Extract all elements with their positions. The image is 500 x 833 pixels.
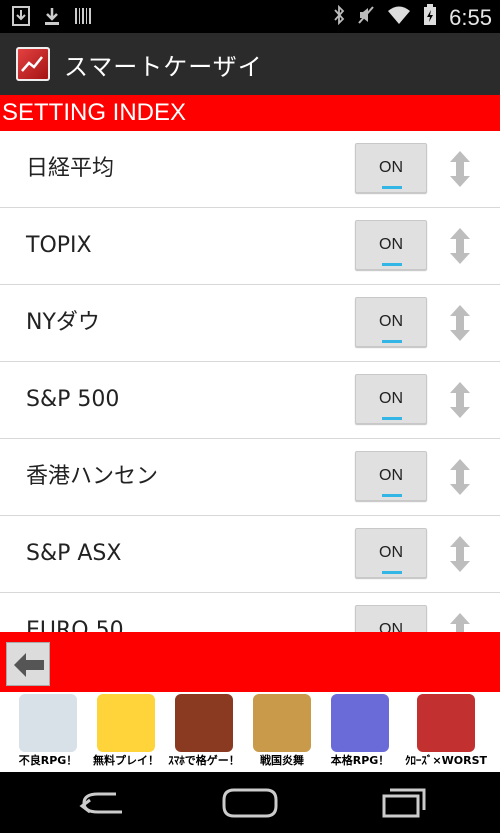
ad-item[interactable]: 本格RPG！ <box>324 692 396 772</box>
battery-icon <box>423 4 437 32</box>
on-toggle-button[interactable]: ON <box>355 605 427 632</box>
navigation-bar <box>0 772 500 833</box>
toggle-label: ON <box>379 313 403 330</box>
wifi-icon <box>387 5 411 31</box>
download-icon <box>44 6 60 32</box>
toggle-indicator <box>382 263 402 266</box>
index-label: NYダウ <box>26 310 100 335</box>
index-row[interactable]: S&P ASX ON <box>0 516 500 593</box>
ad-label: 戦国炎舞 <box>260 754 304 767</box>
reorder-handle-icon[interactable] <box>446 457 474 497</box>
index-label: 香港ハンセン <box>26 464 159 489</box>
nav-back-icon[interactable] <box>74 786 134 820</box>
reorder-handle-icon[interactable] <box>446 380 474 420</box>
ad-item[interactable]: ｸﾛｰｽﾞ×WORST <box>405 692 487 772</box>
toggle-indicator <box>382 340 402 343</box>
on-toggle-button[interactable]: ON <box>355 451 427 501</box>
ad-label: ｸﾛｰｽﾞ×WORST <box>404 754 488 767</box>
index-row[interactable]: EURO 50 ON <box>0 593 500 632</box>
ad-label: 本格RPG！ <box>330 754 390 767</box>
toggle-label: ON <box>379 544 403 561</box>
index-label: 日経平均 <box>26 156 115 181</box>
barcode-icon <box>74 6 92 32</box>
bluetooth-icon <box>333 4 345 31</box>
nav-home-icon[interactable] <box>220 786 280 820</box>
back-button[interactable] <box>6 642 50 686</box>
toggle-indicator <box>382 417 402 420</box>
app-title: スマートケーザイ <box>64 52 263 81</box>
on-toggle-button[interactable]: ON <box>355 143 427 193</box>
status-bar: 6:55 <box>0 0 500 33</box>
ad-thumbnail <box>19 694 77 752</box>
nav-recents-icon[interactable] <box>370 786 430 820</box>
ad-banner[interactable]: 不良RPG！ 無料プレイ！ ｽﾏﾎで格ゲー！ 戦国炎舞 本格RPG！ ｸﾛｰｽﾞ… <box>0 692 500 772</box>
mute-icon <box>357 5 375 31</box>
index-row[interactable]: NYダウ ON <box>0 285 500 362</box>
index-list[interactable]: 日経平均 ON TOPIX ON NYダウ ON S&P 500 ON 香港ハン… <box>0 131 500 632</box>
index-row[interactable]: TOPIX ON <box>0 208 500 285</box>
ad-item[interactable]: ｽﾏﾎで格ゲー！ <box>168 692 240 772</box>
ad-item[interactable]: 不良RPG！ <box>12 692 84 772</box>
ad-label: 不良RPG！ <box>18 754 78 767</box>
ad-thumbnail <box>417 694 475 752</box>
ad-label: 無料プレイ！ <box>93 754 159 767</box>
ad-thumbnail <box>175 694 233 752</box>
toggle-label: ON <box>379 621 403 632</box>
toggle-label: ON <box>379 236 403 253</box>
bottom-toolbar <box>0 632 500 692</box>
index-row[interactable]: S&P 500 ON <box>0 362 500 439</box>
toggle-label: ON <box>379 390 403 407</box>
toggle-label: ON <box>379 159 403 176</box>
index-label: TOPIX <box>26 233 92 258</box>
ad-thumbnail <box>331 694 389 752</box>
index-row[interactable]: 香港ハンセン ON <box>0 439 500 516</box>
ad-label: ｽﾏﾎで格ゲー！ <box>168 754 240 767</box>
on-toggle-button[interactable]: ON <box>355 528 427 578</box>
reorder-handle-icon[interactable] <box>446 226 474 266</box>
action-bar: スマートケーザイ <box>0 33 500 95</box>
toggle-indicator <box>382 571 402 574</box>
download-box-icon <box>12 6 30 32</box>
on-toggle-button[interactable]: ON <box>355 220 427 270</box>
ad-item[interactable]: 無料プレイ！ <box>90 692 162 772</box>
section-header: SETTING INDEX <box>0 95 500 131</box>
chart-app-icon[interactable] <box>16 47 50 81</box>
ad-thumbnail <box>253 694 311 752</box>
reorder-handle-icon[interactable] <box>446 303 474 343</box>
ad-thumbnail <box>97 694 155 752</box>
toggle-indicator <box>382 494 402 497</box>
index-label: S&P ASX <box>26 541 122 566</box>
reorder-handle-icon[interactable] <box>446 534 474 574</box>
index-label: EURO 50 <box>26 618 124 632</box>
toggle-indicator <box>382 186 402 189</box>
on-toggle-button[interactable]: ON <box>355 297 427 347</box>
reorder-handle-icon[interactable] <box>446 611 474 632</box>
back-arrow-icon <box>14 653 44 677</box>
toggle-label: ON <box>379 467 403 484</box>
on-toggle-button[interactable]: ON <box>355 374 427 424</box>
clock: 6:55 <box>449 5 492 30</box>
reorder-handle-icon[interactable] <box>446 149 474 189</box>
index-label: S&P 500 <box>26 387 120 412</box>
ad-item[interactable]: 戦国炎舞 <box>246 692 318 772</box>
index-row[interactable]: 日経平均 ON <box>0 131 500 208</box>
